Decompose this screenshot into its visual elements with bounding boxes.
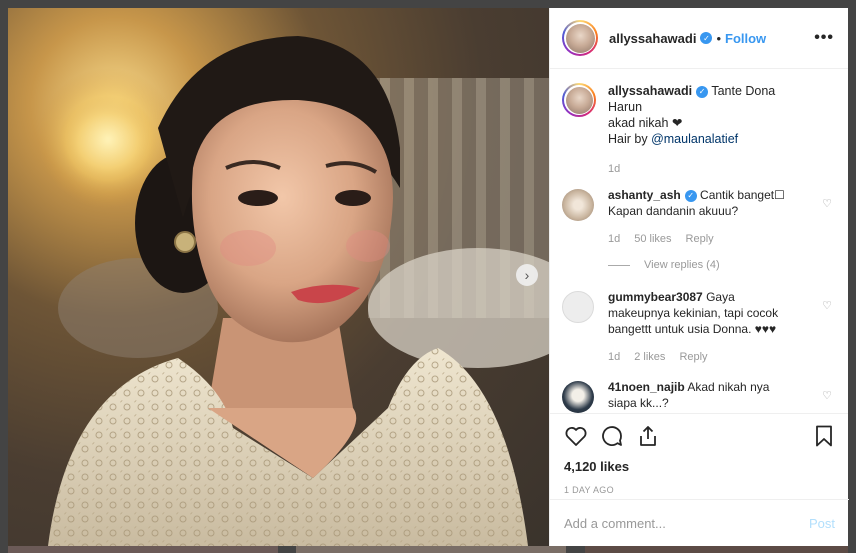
- comment-text: Gaya: [706, 290, 735, 304]
- avatar[interactable]: [562, 20, 598, 56]
- post-header: allyssahawadi ✓ • Follow •••: [550, 8, 848, 69]
- caption-text-3: Hair by: [608, 132, 648, 146]
- comment-item: gummybear3087 Gaya makeupnya kekinian, t…: [562, 289, 834, 365]
- portrait-image: [38, 36, 549, 546]
- comment-text: siapa kk...?: [608, 396, 669, 410]
- comment-username[interactable]: 41noen_najib: [608, 380, 685, 394]
- action-bar: [550, 413, 848, 457]
- view-replies-button[interactable]: View replies (4): [608, 259, 834, 271]
- grid-thumbnail-3[interactable]: [585, 546, 848, 553]
- comment-username[interactable]: ashanty_ash: [608, 188, 681, 202]
- comment-avatar[interactable]: [562, 189, 594, 221]
- comment-avatar[interactable]: [562, 291, 594, 323]
- comment-item: 41noen_najib Akad nikah nya siapa kk...?…: [562, 379, 834, 413]
- reply-button[interactable]: Reply: [679, 349, 707, 365]
- caption-text-2: akad nikah ❤: [608, 116, 683, 130]
- more-options-icon[interactable]: •••: [814, 29, 834, 47]
- post-photo[interactable]: ›: [8, 8, 549, 546]
- comment-username[interactable]: gummybear3087: [608, 290, 703, 304]
- follow-button[interactable]: Follow: [725, 31, 766, 46]
- comment-time: 1d: [608, 233, 621, 245]
- verified-badge-icon: ✓: [696, 85, 709, 98]
- like-comment-heart-icon[interactable]: ♡: [822, 389, 832, 402]
- replies-divider: [608, 264, 630, 266]
- post-timestamp: 1 DAY AGO: [564, 485, 614, 495]
- comment-icon[interactable]: [600, 424, 624, 448]
- caption-username[interactable]: allyssahawadi: [608, 84, 692, 98]
- comment-text: Cantik banget☐: [700, 188, 785, 202]
- add-comment-bar: Post: [550, 499, 849, 546]
- post-modal: › allyssahawadi ✓ • Follow ••• allyssaha…: [8, 8, 849, 546]
- dot-separator: •: [716, 30, 722, 46]
- heart-icon[interactable]: [564, 424, 588, 448]
- comment-text: Kapan dandanin akuuu?: [608, 204, 739, 218]
- caption: allyssahawadi ✓ Tante Dona Harun akad nik…: [562, 83, 834, 177]
- post-username[interactable]: allyssahawadi: [609, 31, 696, 46]
- verified-badge-icon: ✓: [684, 189, 697, 202]
- grid-thumbnail-2[interactable]: [296, 546, 566, 553]
- post-comment-button[interactable]: Post: [809, 516, 835, 531]
- chevron-right-icon: ›: [524, 267, 530, 283]
- comment-text: bangettt untuk usia Donna. ♥♥♥: [608, 322, 777, 336]
- view-replies-label: View replies (4): [644, 259, 720, 271]
- comment-item: ashanty_ash ✓ Cantik banget☐ Kapan dandan…: [562, 187, 834, 247]
- comment-avatar[interactable]: [562, 381, 594, 413]
- reply-button[interactable]: Reply: [686, 231, 714, 247]
- post-side-panel: allyssahawadi ✓ • Follow ••• allyssahawa…: [549, 8, 849, 546]
- caption-mention-link[interactable]: @maulanalatief: [651, 132, 738, 146]
- like-comment-heart-icon[interactable]: ♡: [822, 299, 832, 312]
- grid-thumbnail-1[interactable]: [8, 546, 278, 553]
- comment-input[interactable]: [564, 515, 809, 531]
- caption-avatar[interactable]: [562, 83, 596, 117]
- next-photo-button[interactable]: ›: [516, 264, 538, 286]
- comment-likes[interactable]: 2 likes: [634, 349, 665, 365]
- caption-time: 1d: [608, 163, 621, 175]
- like-comment-heart-icon[interactable]: ♡: [822, 197, 832, 210]
- comment-time: 1d: [608, 351, 621, 363]
- comment-text: Akad nikah nya: [687, 380, 770, 394]
- comment-likes[interactable]: 50 likes: [634, 231, 671, 247]
- bookmark-icon[interactable]: [812, 424, 836, 448]
- share-icon[interactable]: [636, 424, 660, 448]
- likes-count[interactable]: 4,120 likes: [550, 459, 848, 474]
- comments-list[interactable]: allyssahawadi ✓ Tante Dona Harun akad nik…: [550, 69, 848, 413]
- comment-text: makeupnya kekinian, tapi cocok: [608, 306, 779, 320]
- verified-badge-icon: ✓: [700, 32, 713, 44]
